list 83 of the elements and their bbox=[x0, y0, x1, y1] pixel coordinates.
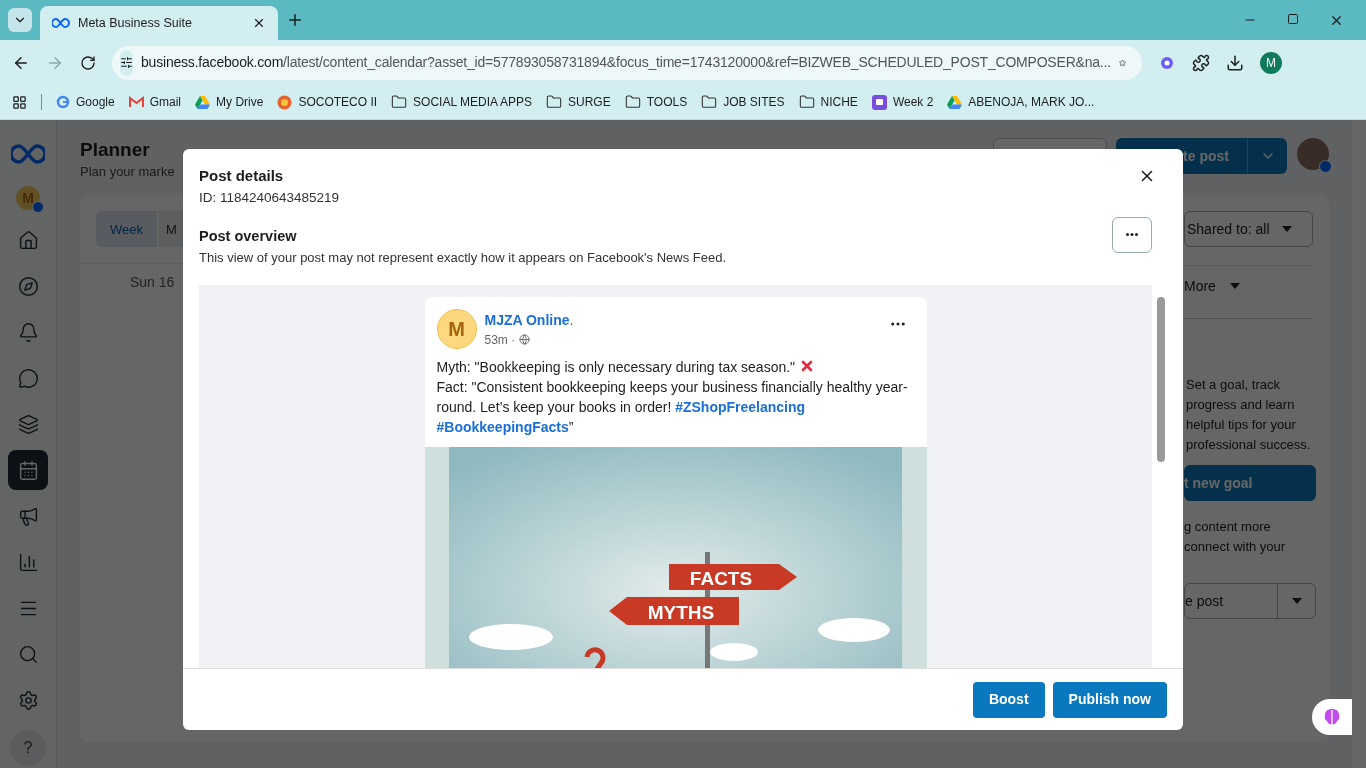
overview-note: This view of your post may not represent exactly how it appears on Facebook's News Feed. bbox=[199, 248, 728, 267]
mail-logo-icon bbox=[128, 96, 144, 108]
bell-icon bbox=[17, 321, 39, 343]
goal-text: Set a goal, track progress and learn helpful tips for your professional success. bbox=[1185, 376, 1312, 455]
bookmark-item[interactable]: SOCIAL MEDIA APPS bbox=[391, 93, 532, 111]
dialog-button[interactable]: Boost bbox=[972, 681, 1045, 718]
infinity-logo-icon[interactable] bbox=[11, 144, 45, 164]
folder-icon bbox=[624, 94, 641, 110]
content-text: connect with your bbox=[1184, 538, 1287, 557]
bookmark-item[interactable]: JOB SITES bbox=[701, 93, 785, 111]
bookmark-item[interactable]: Google bbox=[56, 93, 115, 111]
caret-icon bbox=[1281, 226, 1292, 233]
bookmark-item[interactable]: SURGE bbox=[546, 93, 611, 111]
tab-list-button[interactable] bbox=[8, 8, 32, 32]
bar-chart-icon bbox=[17, 551, 39, 573]
assistant-button[interactable] bbox=[1312, 699, 1352, 735]
settings-icon bbox=[17, 689, 39, 711]
signpost-illustration: FACTS MYTHS bbox=[449, 447, 902, 668]
dialog-button[interactable]: Publish now bbox=[1052, 681, 1167, 718]
more-dropdown[interactable]: More bbox=[1184, 271, 1313, 302]
close-icon[interactable] bbox=[1329, 13, 1344, 28]
address-bar[interactable]: business.facebook.com/latest/content_calendar?asset_id=577893058731894&focus_time=1743120000&ref=BIZWEB_SCHEDULED_POST_COMPOSER&na... bbox=[112, 45, 1142, 80]
folder-icon bbox=[798, 94, 815, 110]
megaphone-icon bbox=[17, 505, 39, 527]
section-title: Post overview bbox=[199, 226, 298, 246]
page-title: Planner bbox=[80, 138, 151, 162]
page-subtitle: Plan your marke bbox=[80, 162, 175, 181]
chat-bubble-icon bbox=[17, 367, 39, 389]
profile-photo-placeholder[interactable] bbox=[1297, 138, 1329, 170]
calendar-icon bbox=[17, 459, 39, 481]
round-logo-icon bbox=[277, 94, 293, 110]
shared-filter-dropdown[interactable]: Shared to: all bbox=[1184, 211, 1313, 248]
hashtag-link[interactable]: #ZShopFreelancing bbox=[675, 399, 806, 415]
more-options-button[interactable] bbox=[1112, 216, 1152, 253]
restore-icon[interactable] bbox=[1287, 13, 1299, 25]
google-logo-icon bbox=[56, 95, 70, 109]
drive-logo-icon bbox=[947, 95, 963, 109]
content-text: g content more bbox=[1184, 518, 1272, 537]
bookmark-item[interactable]: Gmail bbox=[128, 93, 182, 111]
bookmark-item[interactable]: ABENOJA, MARK JO... bbox=[947, 93, 1095, 111]
ellipsis-icon bbox=[1126, 233, 1138, 237]
search-icon bbox=[17, 643, 39, 665]
download-icon[interactable] bbox=[1226, 53, 1244, 72]
bookmark-item[interactable]: TOOLS bbox=[624, 93, 688, 111]
bookmark-item[interactable]: NICHE bbox=[798, 93, 858, 111]
dialog-title: Post details bbox=[199, 166, 285, 186]
layers-icon bbox=[17, 413, 39, 435]
caret-icon bbox=[1291, 598, 1302, 605]
post-time: 53m · bbox=[484, 331, 516, 349]
folder-icon bbox=[701, 94, 718, 110]
post-text: Myth: "Bookkeeping is only necessary during tax season." Fact: "Consistent bookkeeping keeps your business financially healthy year-round. Let’s keep your books in order! #ZShopFreelancing #BookkeepingFacts” bbox=[435, 357, 909, 437]
apps-grid-icon[interactable] bbox=[12, 94, 27, 110]
profile-avatar[interactable]: M bbox=[1260, 51, 1282, 74]
page-avatar: M bbox=[436, 309, 477, 349]
app-logo-icon bbox=[871, 94, 887, 110]
globe-icon bbox=[519, 334, 531, 345]
page-name-link[interactable]: MJZA Online. bbox=[484, 309, 881, 331]
caret-icon bbox=[1229, 283, 1240, 290]
folder-icon bbox=[546, 94, 562, 110]
bookmark-item[interactable]: Week 2 bbox=[871, 93, 934, 111]
puzzle-icon[interactable] bbox=[1192, 53, 1210, 72]
home-icon bbox=[17, 229, 39, 251]
url-text: business.facebook.com/latest/content_calendar?asset_id=577893058731894&focus_time=1743120000&ref=BIZWEB_SCHEDULED_POST_COMPOSER&na... bbox=[141, 53, 1111, 72]
reload-icon[interactable] bbox=[80, 54, 96, 71]
compass-icon bbox=[17, 275, 39, 297]
tab-title: Meta Business Suite bbox=[78, 14, 193, 32]
infinity-logo-icon bbox=[52, 18, 70, 28]
drive-logo-icon bbox=[195, 95, 211, 109]
facebook-badge-icon bbox=[32, 201, 44, 213]
sidebar-item[interactable] bbox=[8, 450, 48, 490]
new-tab-icon[interactable] bbox=[286, 11, 304, 29]
post-split-button[interactable]: e post bbox=[1184, 583, 1316, 620]
close-icon[interactable] bbox=[252, 16, 266, 30]
post-id: ID: 1184240643485219 bbox=[199, 188, 341, 207]
tune-icon bbox=[120, 56, 133, 69]
browser-tab[interactable]: Meta Business Suite bbox=[40, 6, 278, 40]
bookmark-item[interactable]: SOCOTECO II bbox=[277, 93, 378, 111]
bookmark-item[interactable]: My Drive bbox=[195, 93, 264, 111]
day-label: Sun 16 bbox=[130, 273, 175, 293]
folder-icon bbox=[391, 94, 408, 110]
hashtag-link[interactable]: #BookkeepingFacts bbox=[436, 419, 569, 435]
facebook-badge-icon bbox=[1319, 160, 1332, 173]
site-info-button[interactable] bbox=[120, 49, 133, 76]
